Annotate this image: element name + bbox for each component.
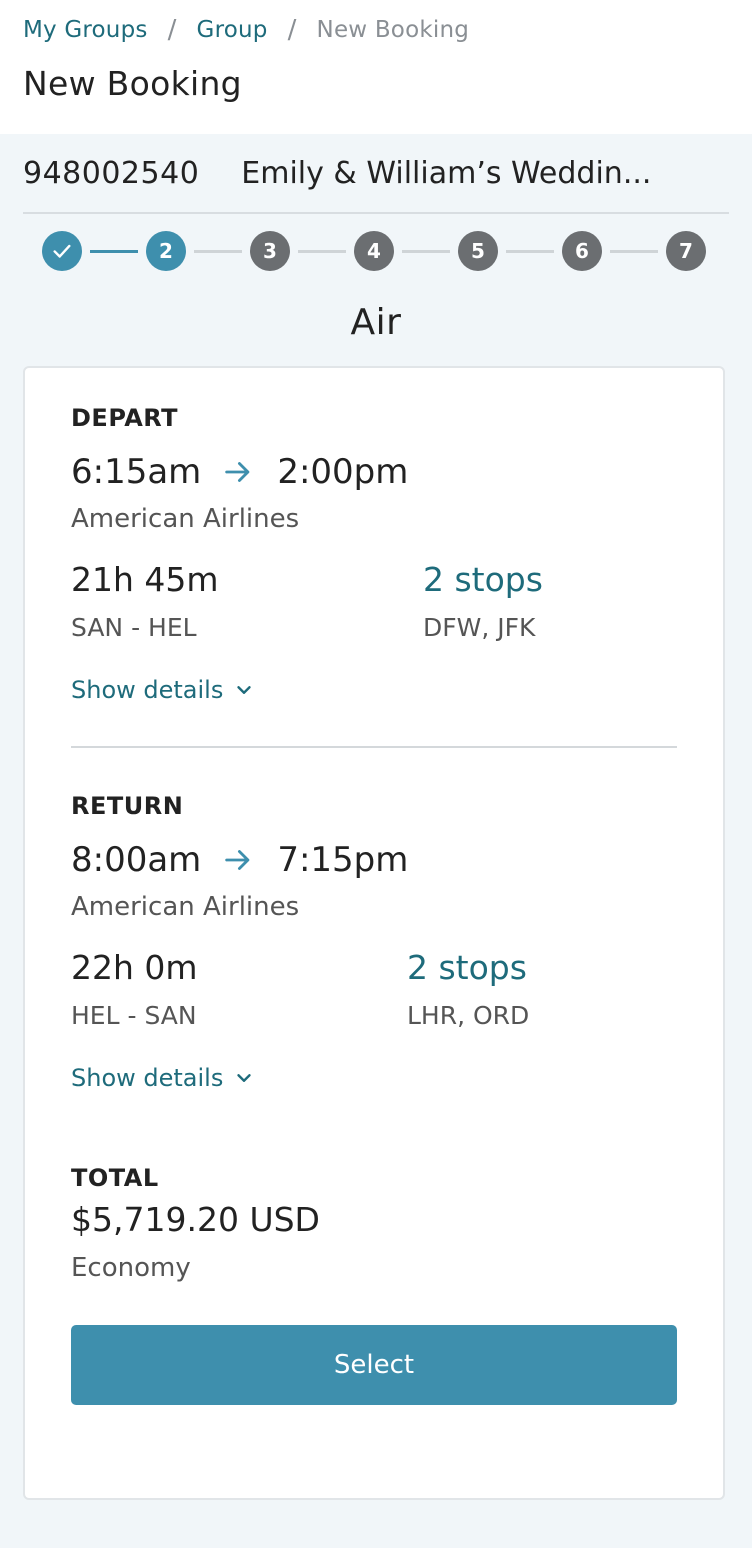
depart-route: SAN - HEL <box>71 613 197 642</box>
step-connector <box>298 249 346 253</box>
step-connector <box>610 249 658 253</box>
depart-airline: American Airlines <box>71 504 300 534</box>
step-1-completed[interactable] <box>42 231 82 271</box>
total-label: TOTAL <box>71 1164 159 1192</box>
total-amount: $5,719.20 USD <box>71 1200 320 1239</box>
page-title: New Booking <box>23 64 242 103</box>
step-connector <box>194 249 242 253</box>
arrow-right-icon <box>221 843 255 877</box>
step-connector <box>402 249 450 253</box>
depart-times: 6:15am 2:00pm <box>71 450 677 494</box>
breadcrumb: My Groups / Group / New Booking <box>23 14 729 46</box>
depart-stops[interactable]: 2 stops <box>423 560 543 599</box>
step-5[interactable]: 5 <box>458 231 498 271</box>
breadcrumb-separator: / <box>287 15 297 45</box>
depart-stats: 21h 45m SAN - HEL 2 stops DFW, JFK <box>71 560 677 642</box>
section-title: Air <box>350 302 402 343</box>
depart-label: DEPART <box>71 404 179 432</box>
page-header: My Groups / Group / New Booking New Book… <box>0 0 752 134</box>
return-times: 8:00am 7:15pm <box>71 838 677 882</box>
return-departure-time: 8:00am <box>71 840 202 880</box>
chevron-down-icon <box>233 1067 255 1089</box>
return-airline: American Airlines <box>71 892 300 922</box>
total-block: TOTAL $5,719.20 USD Economy <box>71 1164 677 1283</box>
select-button[interactable]: Select <box>71 1325 677 1405</box>
return-route: HEL - SAN <box>71 1001 197 1030</box>
flight-option-card: DEPART 6:15am 2:00pm American Airlines 2… <box>23 366 725 1500</box>
breadcrumb-current: New Booking <box>316 17 470 43</box>
return-duration: 22h 0m <box>71 948 198 987</box>
depart-departure-time: 6:15am <box>71 452 202 492</box>
depart-show-details-link[interactable]: Show details <box>71 676 677 704</box>
breadcrumb-my-groups[interactable]: My Groups <box>23 17 148 43</box>
check-icon <box>53 244 71 258</box>
chevron-down-icon <box>233 679 255 701</box>
step-6[interactable]: 6 <box>562 231 602 271</box>
group-name: Emily & William’s Weddin... <box>241 155 652 191</box>
depart-duration: 21h 45m <box>71 560 219 599</box>
return-stops[interactable]: 2 stops <box>407 948 529 987</box>
return-stop-codes: LHR, ORD <box>407 1001 530 1030</box>
fare-class: Economy <box>71 1253 191 1283</box>
step-connector <box>506 249 554 253</box>
show-details-label: Show details <box>71 1064 224 1092</box>
return-show-details-link[interactable]: Show details <box>71 1064 677 1092</box>
depart-stop-codes: DFW, JFK <box>423 613 536 642</box>
arrow-right-icon <box>221 455 255 489</box>
depart-stops-col: 2 stops DFW, JFK <box>423 560 543 642</box>
step-2[interactable]: 2 <box>146 231 186 271</box>
divider <box>71 746 677 748</box>
group-id: 948002540 <box>23 155 200 191</box>
return-stops-col: 2 stops LHR, ORD <box>407 948 529 1030</box>
return-duration-col: 22h 0m HEL - SAN <box>71 948 407 1030</box>
breadcrumb-group[interactable]: Group <box>197 17 268 43</box>
depart-duration-col: 21h 45m SAN - HEL <box>71 560 423 642</box>
group-info: 948002540 Emily & William’s Weddin... <box>23 134 729 214</box>
return-stats: 22h 0m HEL - SAN 2 stops LHR, ORD <box>71 948 677 1030</box>
step-7[interactable]: 7 <box>666 231 706 271</box>
return-label: RETURN <box>71 792 184 820</box>
booking-stepper: 2 3 4 5 6 7 <box>42 230 706 272</box>
step-3[interactable]: 3 <box>250 231 290 271</box>
show-details-label: Show details <box>71 676 224 704</box>
depart-arrival-time: 2:00pm <box>277 452 409 492</box>
breadcrumb-separator: / <box>167 15 177 45</box>
step-4[interactable]: 4 <box>354 231 394 271</box>
return-arrival-time: 7:15pm <box>277 840 409 880</box>
step-connector <box>90 249 138 253</box>
